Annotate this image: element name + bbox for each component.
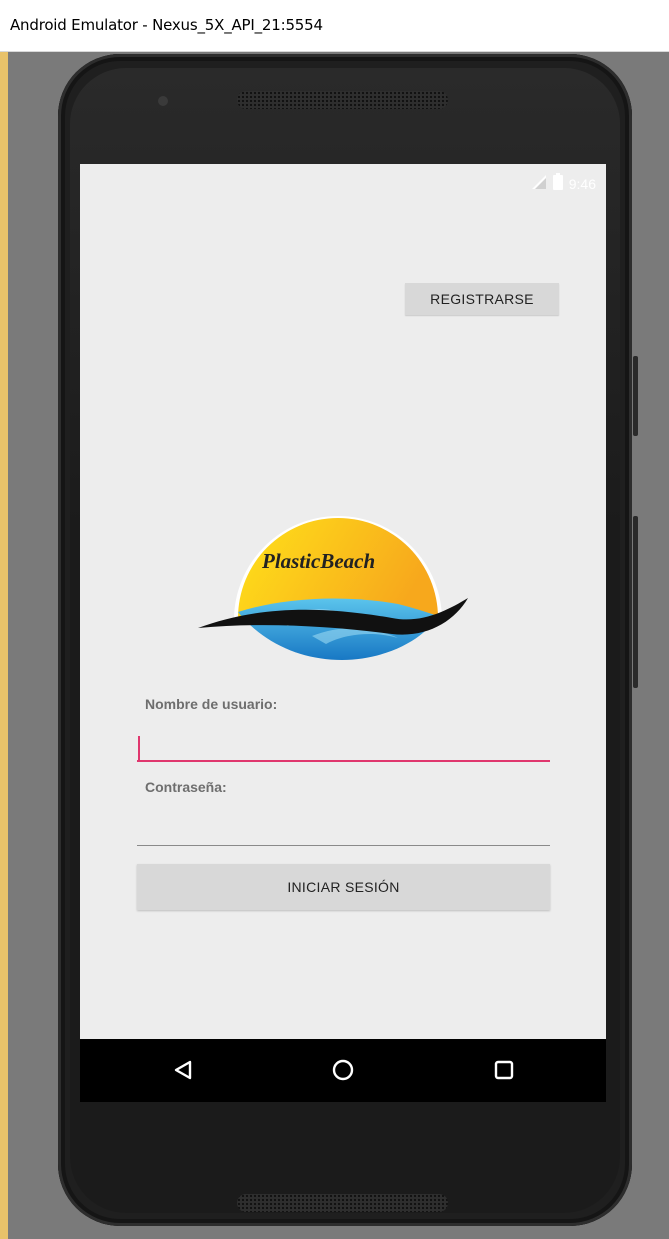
username-input[interactable] — [137, 732, 550, 762]
status-bar: 9:46 — [80, 164, 606, 200]
signal-icon — [531, 174, 547, 195]
front-camera — [158, 96, 168, 106]
register-button[interactable]: REGISTRARSE — [405, 283, 559, 315]
password-label: Contraseña: — [145, 779, 227, 795]
text-cursor — [138, 736, 140, 760]
window-left-edge — [0, 52, 8, 1239]
plastic-beach-logo: PlasticBeach — [192, 514, 472, 664]
username-underline — [137, 760, 550, 762]
window-titlebar: Android Emulator - Nexus_5X_API_21:5554 — [0, 0, 669, 52]
bottom-speaker — [237, 1194, 448, 1212]
login-button[interactable]: INICIAR SESIÓN — [137, 864, 550, 910]
recents-icon[interactable] — [488, 1054, 520, 1086]
top-speaker — [237, 91, 448, 109]
status-time: 9:46 — [568, 176, 596, 192]
password-input[interactable] — [137, 816, 550, 846]
navigation-bar — [80, 1039, 606, 1102]
username-label: Nombre de usuario: — [145, 696, 278, 712]
home-icon[interactable] — [327, 1054, 359, 1086]
phone-screen: 9:46 REGISTRARSE PlasticBeach Nombre de … — [80, 164, 606, 1102]
logo-text: PlasticBeach — [262, 549, 376, 573]
window-title: Android Emulator - Nexus_5X_API_21:5554 — [10, 16, 323, 34]
password-underline — [137, 845, 550, 846]
volume-button[interactable] — [633, 516, 638, 688]
battery-icon — [552, 173, 563, 195]
back-icon[interactable] — [167, 1054, 199, 1086]
power-button[interactable] — [633, 356, 638, 436]
